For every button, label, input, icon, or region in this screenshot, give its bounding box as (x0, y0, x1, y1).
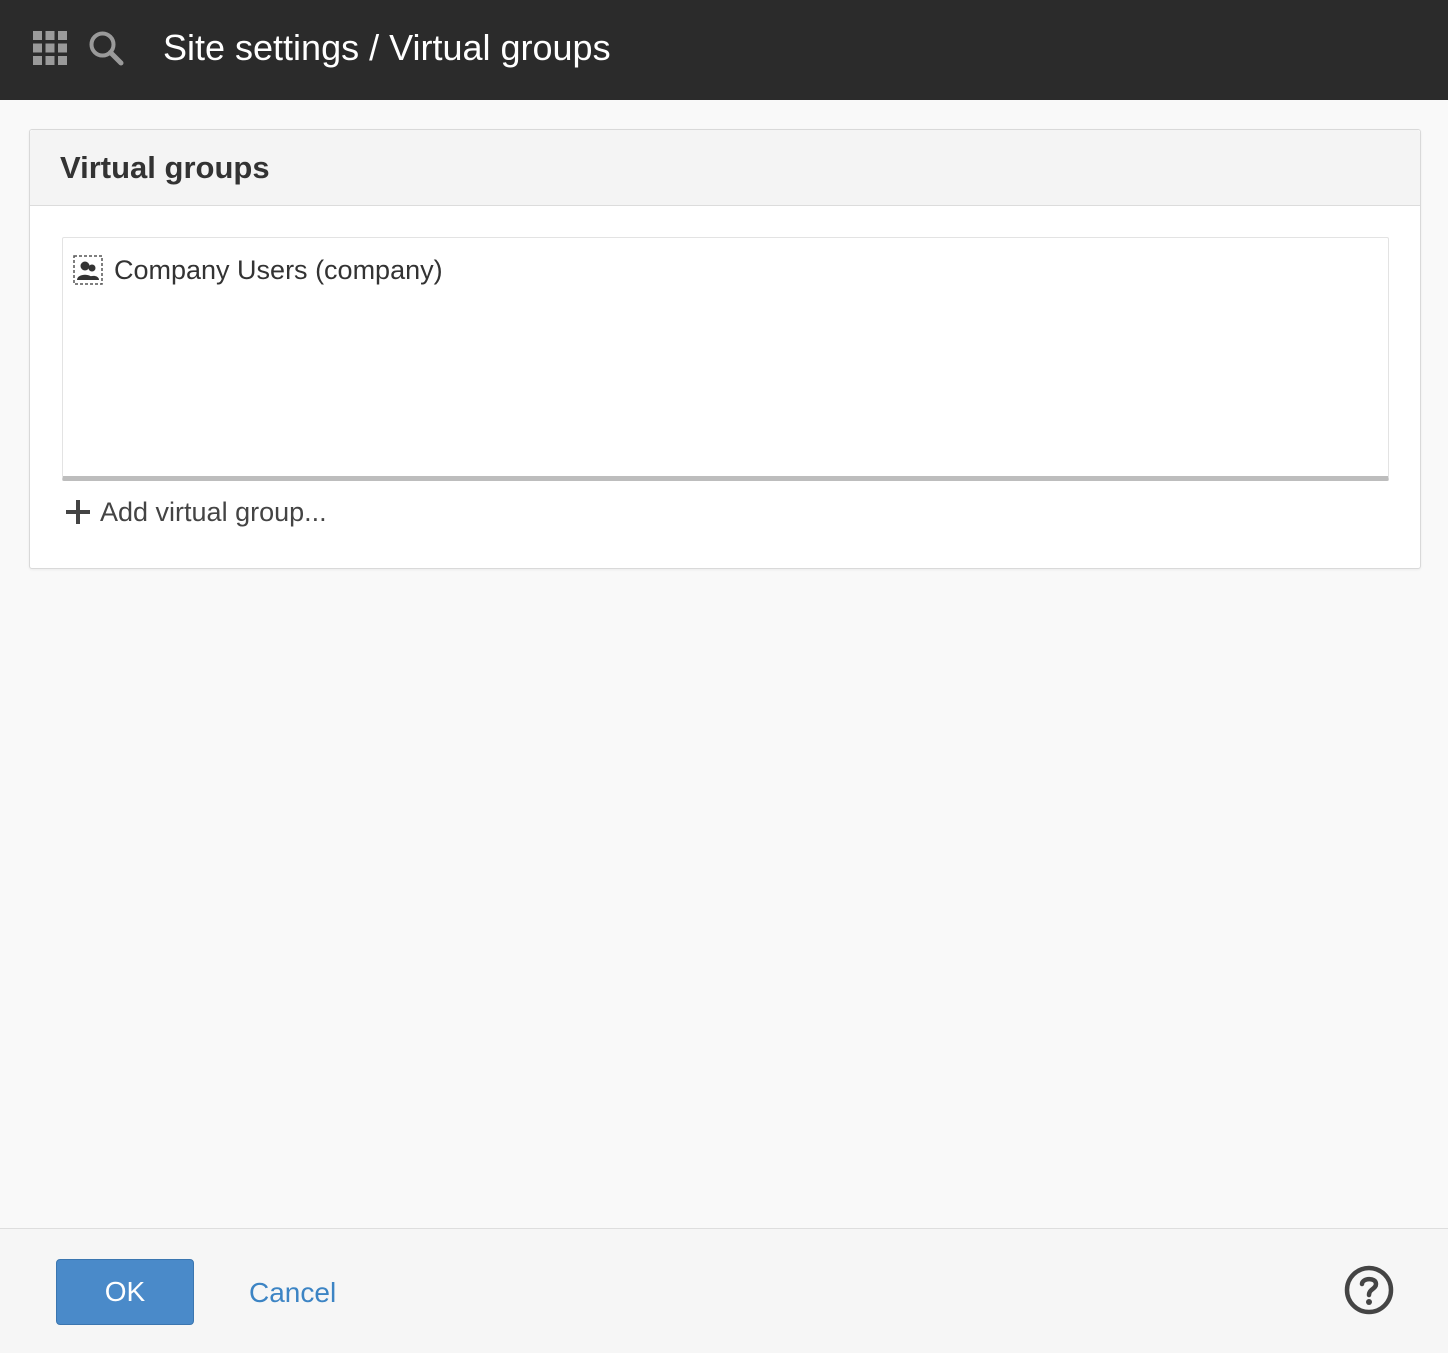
page-title: Site settings / Virtual groups (163, 27, 611, 68)
list-item-label: Company Users (company) (114, 254, 443, 285)
virtual-groups-list[interactable]: Company Users (company) (62, 237, 1389, 481)
apps-grid-icon[interactable] (33, 31, 67, 65)
help-icon[interactable] (1343, 1264, 1395, 1316)
add-virtual-group-link[interactable]: Add virtual group... (66, 494, 327, 530)
panel-title: Virtual groups (60, 150, 270, 185)
ok-button[interactable]: OK (56, 1259, 194, 1325)
add-virtual-group-label: Add virtual group... (100, 496, 327, 527)
search-icon[interactable] (88, 30, 124, 66)
dialog-footer: OK Cancel (0, 1228, 1448, 1353)
top-bar: Site settings / Virtual groups (0, 0, 1448, 100)
plus-icon (66, 500, 90, 524)
virtual-group-icon (73, 255, 103, 285)
cancel-link[interactable]: Cancel (249, 1273, 336, 1313)
virtual-groups-panel: Virtual groups Company Users (company) A… (29, 129, 1421, 569)
panel-header: Virtual groups (30, 130, 1420, 206)
list-item[interactable]: Company Users (company) (73, 254, 443, 286)
